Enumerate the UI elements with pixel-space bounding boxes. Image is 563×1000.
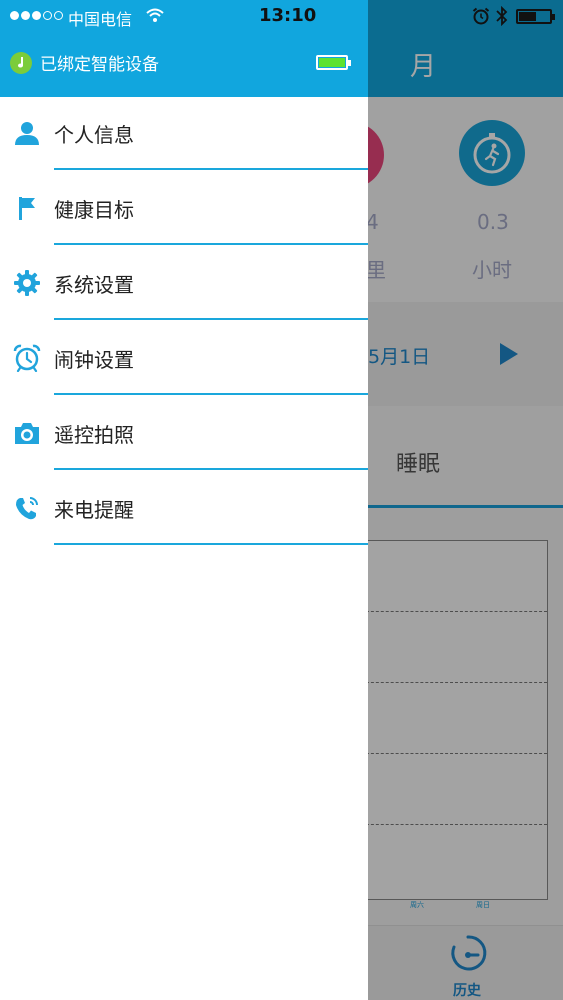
menu-item-system-settings[interactable]: 系统设置 bbox=[0, 247, 368, 322]
gear-icon bbox=[13, 269, 41, 297]
menu-separator bbox=[54, 168, 368, 170]
menu-item-label: 健康目标 bbox=[54, 198, 134, 222]
menu-item-personal-info[interactable]: 个人信息 bbox=[0, 97, 368, 172]
menu-item-label: 来电提醒 bbox=[54, 498, 134, 522]
phone-icon bbox=[13, 494, 41, 522]
signal-strength-icon bbox=[10, 11, 65, 20]
alarm-clock-icon bbox=[13, 344, 41, 372]
clock: 13:10 bbox=[259, 5, 317, 26]
menu-separator bbox=[54, 393, 368, 395]
signal-dot bbox=[10, 11, 19, 20]
signal-dot bbox=[21, 11, 30, 20]
device-battery-fill bbox=[319, 58, 345, 67]
alarm-status-icon bbox=[472, 7, 490, 29]
signal-dot bbox=[32, 11, 41, 20]
music-note-icon bbox=[10, 51, 32, 74]
battery-icon bbox=[516, 9, 555, 24]
menu-item-label: 闹钟设置 bbox=[54, 348, 134, 372]
menu-separator bbox=[54, 318, 368, 320]
flag-icon bbox=[13, 194, 41, 222]
menu-separator bbox=[54, 468, 368, 470]
status-bar: 中国电信 13:10 bbox=[0, 0, 563, 32]
device-battery-tip bbox=[348, 60, 351, 66]
device-battery-icon bbox=[316, 55, 351, 70]
side-drawer: 已绑定智能设备 个人信息 健康目标 系统设置 闹钟设置 遥控拍照 来电提醒 bbox=[0, 0, 368, 1000]
menu-item-remote-camera[interactable]: 遥控拍照 bbox=[0, 397, 368, 472]
menu-item-alarm-settings[interactable]: 闹钟设置 bbox=[0, 322, 368, 397]
menu-separator bbox=[54, 543, 368, 545]
menu-separator bbox=[54, 243, 368, 245]
menu-item-label: 遥控拍照 bbox=[54, 423, 134, 447]
wifi-icon bbox=[146, 7, 164, 27]
signal-dot bbox=[54, 11, 63, 20]
battery-fill bbox=[519, 12, 536, 21]
menu-item-label: 个人信息 bbox=[54, 123, 134, 147]
menu-item-call-reminder[interactable]: 来电提醒 bbox=[0, 472, 368, 547]
menu-item-label: 系统设置 bbox=[54, 273, 134, 297]
device-status-label: 已绑定智能设备 bbox=[40, 55, 159, 75]
device-status: 已绑定智能设备 bbox=[10, 50, 159, 75]
bluetooth-icon bbox=[496, 5, 508, 30]
signal-dot bbox=[43, 11, 52, 20]
person-icon bbox=[13, 119, 41, 147]
carrier-name: 中国电信 bbox=[68, 10, 133, 29]
menu-item-health-goal[interactable]: 健康目标 bbox=[0, 172, 368, 247]
camera-icon bbox=[13, 419, 41, 447]
battery-tip bbox=[552, 14, 555, 20]
